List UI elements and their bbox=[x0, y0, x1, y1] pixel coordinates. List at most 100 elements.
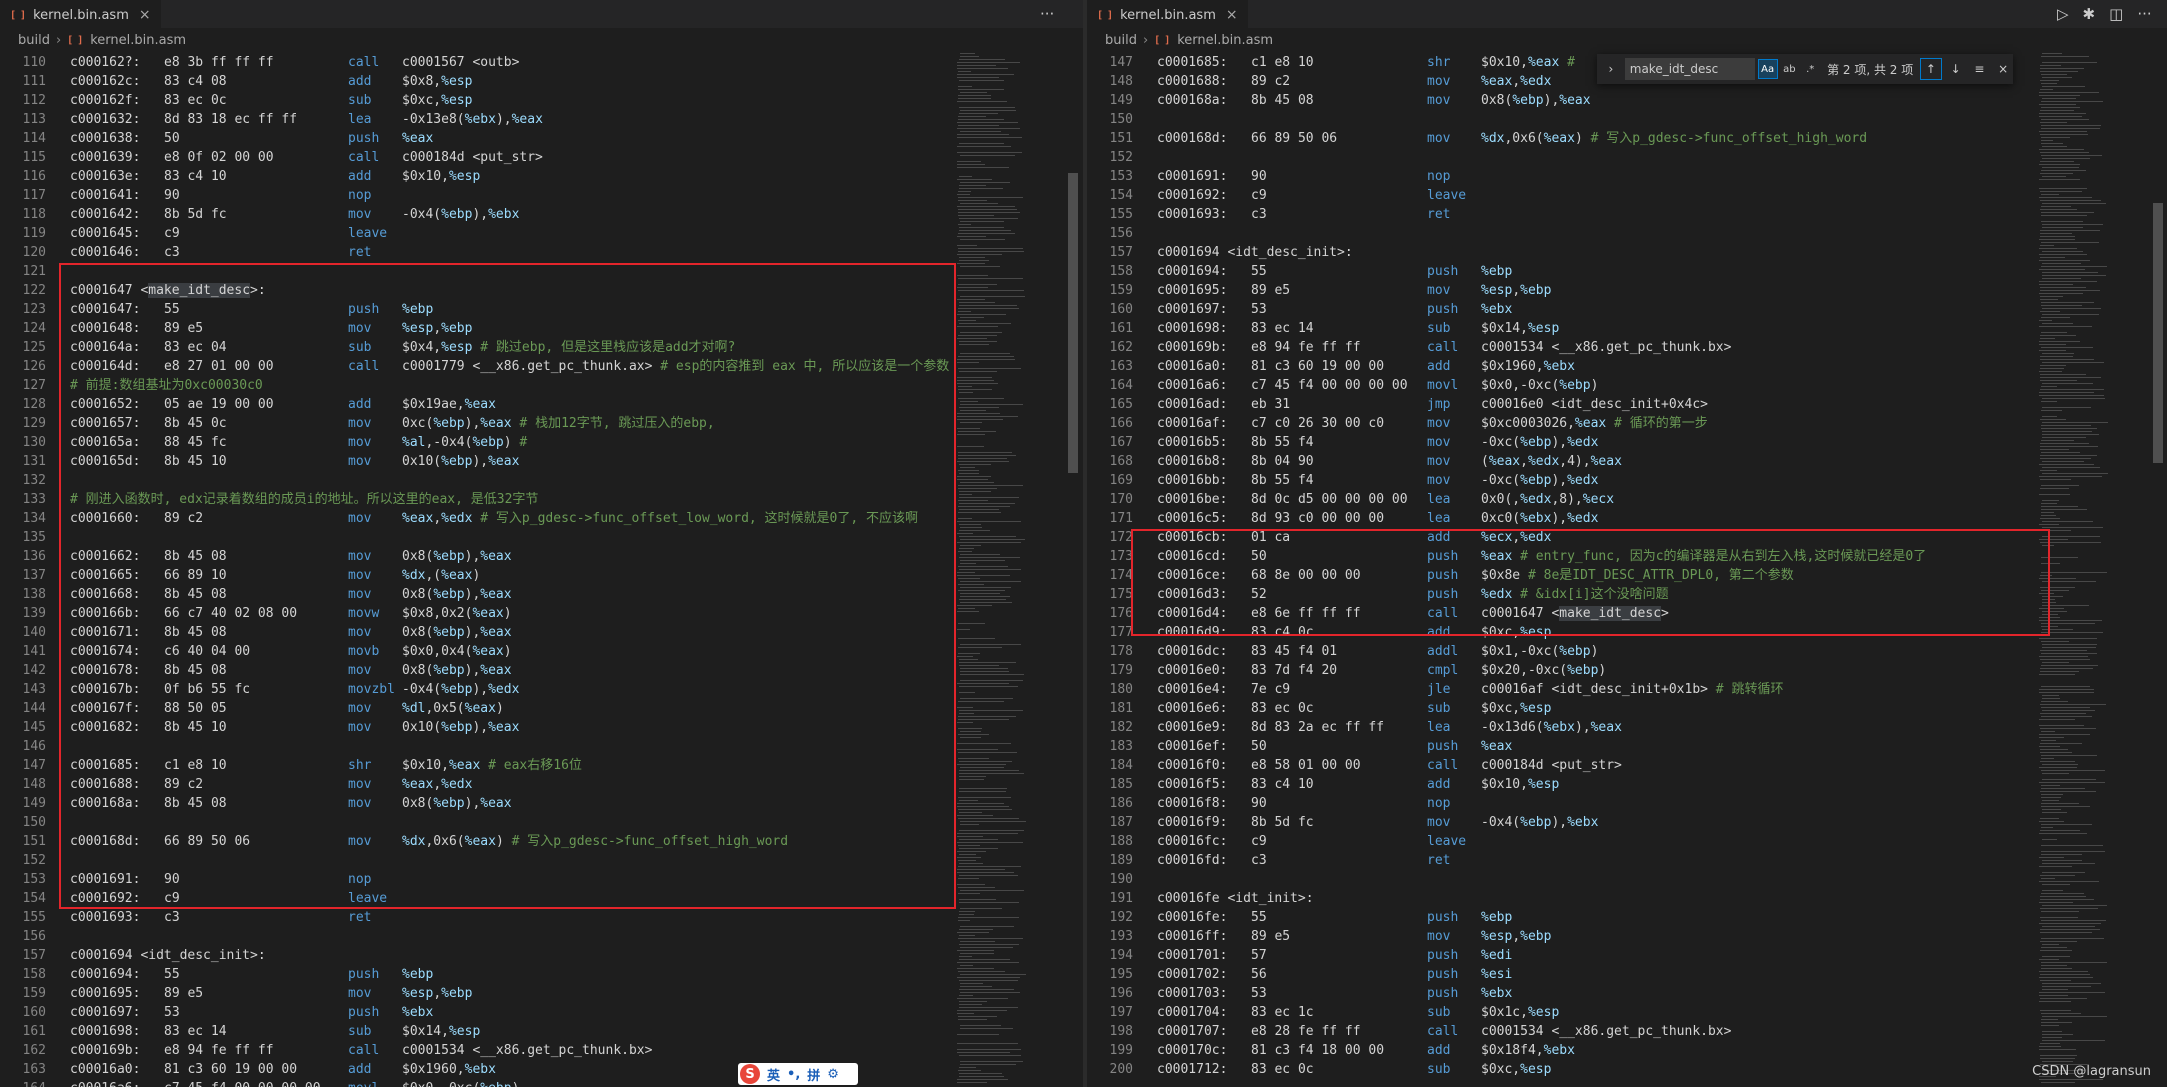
code-line[interactable]: 123 c0001647: 55 push %ebp bbox=[0, 300, 1061, 319]
code-line[interactable]: 149 c000168a: 8b 45 08 mov 0x8(%ebp),%eax bbox=[1087, 91, 2145, 110]
code-line[interactable]: 158 c0001694: 55 push %ebp bbox=[0, 965, 1061, 984]
code-line[interactable]: 119 c0001645: c9 leave bbox=[0, 224, 1061, 243]
code-line[interactable]: 163 c00016a0: 81 c3 60 19 00 00 add $0x1960,… bbox=[0, 1060, 1061, 1079]
ime-logo-icon[interactable]: S bbox=[740, 1064, 760, 1084]
code-line[interactable]: 145 c0001682: 8b 45 10 mov 0x10(%ebp),%eax bbox=[0, 718, 1061, 737]
code-line[interactable]: 186 c00016f8: 90 nop bbox=[1087, 794, 2145, 813]
code-line[interactable]: 168 c00016b8: 8b 04 90 mov (%eax,%edx,4),%ea… bbox=[1087, 452, 2145, 471]
code-line[interactable]: 162 c000169b: e8 94 fe ff ff call c0001534 <… bbox=[0, 1041, 1061, 1060]
code-line[interactable]: 182 c00016e9: 8d 83 2a ec ff ff lea -0x13d6(… bbox=[1087, 718, 2145, 737]
code-line[interactable]: 161 c0001698: 83 ec 14 sub $0x14,%esp bbox=[0, 1022, 1061, 1041]
code-line[interactable]: 158 c0001694: 55 push %ebp bbox=[1087, 262, 2145, 281]
regex-toggle[interactable]: .* bbox=[1801, 60, 1819, 78]
code-line[interactable]: 154 c0001692: c9 leave bbox=[0, 889, 1061, 908]
code-line[interactable]: 112 c000162f: 83 ec 0c sub $0xc,%esp bbox=[0, 91, 1061, 110]
more-actions-icon[interactable]: ··· bbox=[2137, 5, 2151, 23]
code-line[interactable]: 137 c0001665: 66 89 10 mov %dx,(%eax) bbox=[0, 566, 1061, 585]
code-line[interactable]: 155 c0001693: c3 ret bbox=[1087, 205, 2145, 224]
code-line[interactable]: 144 c000167f: 88 50 05 mov %dl,0x5(%eax) bbox=[0, 699, 1061, 718]
code-line[interactable]: 122 c0001647 <make_idt_desc>: bbox=[0, 281, 1061, 300]
code-line[interactable]: 120 c0001646: c3 ret bbox=[0, 243, 1061, 262]
toggle-replace-icon[interactable]: › bbox=[1601, 59, 1621, 79]
code-editor[interactable]: 110 c000162?: e8 3b ff ff ff call c0001567 <… bbox=[0, 53, 1061, 1087]
code-line[interactable]: 187 c00016f9: 8b 5d fc mov -0x4(%ebp),%ebx bbox=[1087, 813, 2145, 832]
scrollbar[interactable] bbox=[1066, 53, 1080, 1087]
code-line[interactable]: 191 c00016fe <idt_init>: bbox=[1087, 889, 2145, 908]
code-line[interactable]: 135 bbox=[0, 528, 1061, 547]
code-line[interactable]: 113 c0001632: 8d 83 18 ec ff ff lea -0x13e8(… bbox=[0, 110, 1061, 129]
code-line[interactable]: 156 bbox=[0, 927, 1061, 946]
code-line[interactable]: 115 c0001639: e8 0f 02 00 00 call c000184d <… bbox=[0, 148, 1061, 167]
code-line[interactable]: 110 c000162?: e8 3b ff ff ff call c0001567 <… bbox=[0, 53, 1061, 72]
code-line[interactable]: 160 c0001697: 53 push %ebx bbox=[1087, 300, 2145, 319]
tab-kernel-bin-asm[interactable]: [ ] kernel.bin.asm × bbox=[1087, 0, 1248, 29]
code-line[interactable]: 142 c0001678: 8b 45 08 mov 0x8(%ebp),%eax bbox=[0, 661, 1061, 680]
close-icon[interactable]: × bbox=[1226, 7, 1238, 23]
code-line[interactable]: 164 c00016a6: c7 45 f4 00 00 00 00 movl $0x0… bbox=[1087, 376, 2145, 395]
code-line[interactable]: 150 bbox=[1087, 110, 2145, 129]
code-line[interactable]: 156 bbox=[1087, 224, 2145, 243]
code-line[interactable]: 138 c0001668: 8b 45 08 mov 0x8(%ebp),%eax bbox=[0, 585, 1061, 604]
code-line[interactable]: 163 c00016a0: 81 c3 60 19 00 00 add $0x1960,… bbox=[1087, 357, 2145, 376]
code-line[interactable]: 152 bbox=[1087, 148, 2145, 167]
code-line[interactable]: 153 c0001691: 90 nop bbox=[0, 870, 1061, 889]
code-line[interactable]: 151 c000168d: 66 89 50 06 mov %dx,0x6(%eax) … bbox=[1087, 129, 2145, 148]
code-line[interactable]: 193 c00016ff: 89 e5 mov %esp,%ebp bbox=[1087, 927, 2145, 946]
code-line[interactable]: 136 c0001662: 8b 45 08 mov 0x8(%ebp),%eax bbox=[0, 547, 1061, 566]
code-line[interactable]: 116 c000163e: 83 c4 10 add $0x10,%esp bbox=[0, 167, 1061, 186]
code-line[interactable]: 169 c00016bb: 8b 55 f4 mov -0xc(%ebp),%edx bbox=[1087, 471, 2145, 490]
code-line[interactable]: 151 c000168d: 66 89 50 06 mov %dx,0x6(%eax) … bbox=[0, 832, 1061, 851]
code-line[interactable]: 174 c00016ce: 68 8e 00 00 00 push $0x8e # 8e… bbox=[1087, 566, 2145, 585]
code-line[interactable]: 198 c0001707: e8 28 fe ff ff call c0001534 <… bbox=[1087, 1022, 2145, 1041]
code-editor[interactable]: 147 c0001685: c1 e8 10 shr $0x10,%eax # 148 c0… bbox=[1087, 53, 2145, 1087]
code-line[interactable]: 170 c00016be: 8d 0c d5 00 00 00 00 lea 0x0(,… bbox=[1087, 490, 2145, 509]
code-line[interactable]: 192 c00016fe: 55 push %ebp bbox=[1087, 908, 2145, 927]
code-line[interactable]: 146 bbox=[0, 737, 1061, 756]
code-line[interactable]: 150 bbox=[0, 813, 1061, 832]
code-line[interactable]: 139 c000166b: 66 c7 40 02 08 00 movw $0x8,0x… bbox=[0, 604, 1061, 623]
code-line[interactable]: 124 c0001648: 89 e5 mov %esp,%ebp bbox=[0, 319, 1061, 338]
code-line[interactable]: 171 c00016c5: 8d 93 c0 00 00 00 lea 0xc0(%eb… bbox=[1087, 509, 2145, 528]
code-line[interactable]: 190 bbox=[1087, 870, 2145, 889]
code-line[interactable]: 176 c00016d4: e8 6e ff ff ff call c0001647 <… bbox=[1087, 604, 2145, 623]
code-line[interactable]: 126 c000164d: e8 27 01 00 00 call c0001779 <… bbox=[0, 357, 1061, 376]
code-line[interactable]: 178 c00016dc: 83 45 f4 01 addl $0x1,-0xc(%eb… bbox=[1087, 642, 2145, 661]
close-icon[interactable]: × bbox=[139, 7, 151, 23]
breadcrumb-file[interactable]: kernel.bin.asm bbox=[90, 33, 186, 48]
code-line[interactable]: 125 c000164a: 83 ec 04 sub $0x4,%esp # 跳过ebp… bbox=[0, 338, 1061, 357]
split-editor-icon[interactable]: ◫ bbox=[2109, 5, 2123, 23]
code-line[interactable]: 111 c000162c: 83 c4 08 add $0x8,%esp bbox=[0, 72, 1061, 91]
close-icon[interactable]: × bbox=[1993, 59, 2013, 79]
code-line[interactable]: 114 c0001638: 50 push %eax bbox=[0, 129, 1061, 148]
code-line[interactable]: 157 c0001694 <idt_desc_init>: bbox=[0, 946, 1061, 965]
code-line[interactable]: 180 c00016e4: 7e c9 jle c00016af <idt_desc_i… bbox=[1087, 680, 2145, 699]
find-in-selection-icon[interactable]: ≡ bbox=[1969, 59, 1989, 79]
code-line[interactable]: 128 c0001652: 05 ae 19 00 00 add $0x19ae,%ea… bbox=[0, 395, 1061, 414]
more-actions-icon[interactable]: ··· bbox=[1040, 5, 1054, 23]
code-line[interactable]: 183 c00016ef: 50 push %eax bbox=[1087, 737, 2145, 756]
code-line[interactable]: 149 c000168a: 8b 45 08 mov 0x8(%ebp),%eax bbox=[0, 794, 1061, 813]
code-line[interactable]: 162 c000169b: e8 94 fe ff ff call c0001534 <… bbox=[1087, 338, 2145, 357]
code-line[interactable]: 184 c00016f0: e8 58 01 00 00 call c000184d <… bbox=[1087, 756, 2145, 775]
code-line[interactable]: 154 c0001692: c9 leave bbox=[1087, 186, 2145, 205]
breadcrumb-file[interactable]: kernel.bin.asm bbox=[1177, 33, 1273, 48]
code-line[interactable]: 200 c0001712: 83 ec 0c sub $0xc,%esp bbox=[1087, 1060, 2145, 1079]
code-line[interactable]: 175 c00016d3: 52 push %edx # &idx[i]这个没啥问题 bbox=[1087, 585, 2145, 604]
match-case-toggle[interactable]: Aa bbox=[1757, 59, 1778, 79]
code-line[interactable]: 117 c0001641: 90 nop bbox=[0, 186, 1061, 205]
code-line[interactable]: 148 c0001688: 89 c2 mov %eax,%edx bbox=[0, 775, 1061, 794]
match-whole-word-toggle[interactable]: ab bbox=[1781, 60, 1799, 78]
code-line[interactable]: 152 bbox=[0, 851, 1061, 870]
code-line[interactable]: 127 # 前提:数组基址为0xc00030c0 bbox=[0, 376, 1061, 395]
previous-match-icon[interactable]: ↑ bbox=[1919, 58, 1942, 80]
code-line[interactable]: 134 c0001660: 89 c2 mov %eax,%edx # 写入p_gdes… bbox=[0, 509, 1061, 528]
code-line[interactable]: 133 # 刚进入函数时, edx记录着数组的成员i的地址。所以这里的eax, 是… bbox=[0, 490, 1061, 509]
code-line[interactable]: 121 bbox=[0, 262, 1061, 281]
code-line[interactable]: 195 c0001702: 56 push %esi bbox=[1087, 965, 2145, 984]
code-line[interactable]: 159 c0001695: 89 e5 mov %esp,%ebp bbox=[1087, 281, 2145, 300]
code-line[interactable]: 159 c0001695: 89 e5 mov %esp,%ebp bbox=[0, 984, 1061, 1003]
code-line[interactable]: 153 c0001691: 90 nop bbox=[1087, 167, 2145, 186]
code-line[interactable]: 179 c00016e0: 83 7d f4 20 cmpl $0x20,-0xc(%e… bbox=[1087, 661, 2145, 680]
code-line[interactable]: 167 c00016b5: 8b 55 f4 mov -0xc(%ebp),%edx bbox=[1087, 433, 2145, 452]
gear-icon[interactable]: ⚙ bbox=[827, 1067, 839, 1082]
